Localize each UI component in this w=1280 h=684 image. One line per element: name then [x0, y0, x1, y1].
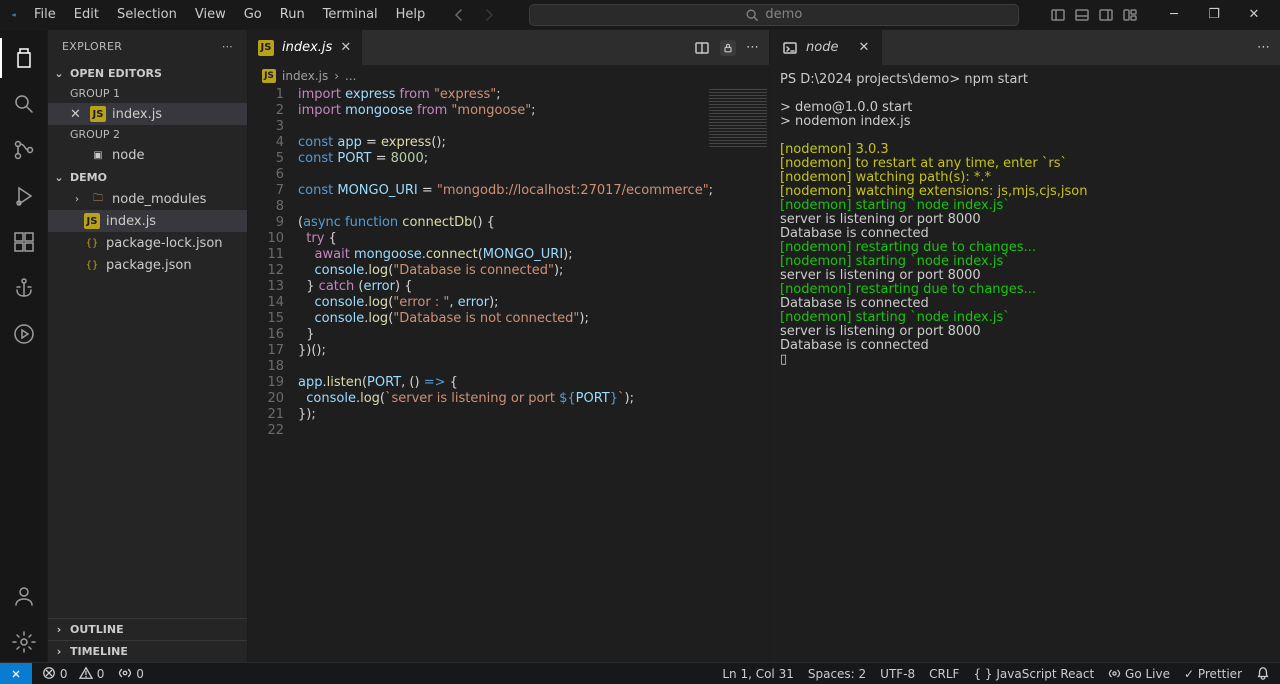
status-eol[interactable]: CRLF	[929, 667, 959, 681]
status-bar: 0 0 0 Ln 1, Col 31 Spaces: 2 UTF-8 CRLF …	[0, 662, 1280, 684]
terminal-output[interactable]: PS D:\2024 projects\demo> npm start > de…	[770, 65, 1280, 662]
split-editor-icon[interactable]	[694, 40, 710, 56]
tab-indexjs[interactable]: JS index.js ✕	[248, 30, 362, 65]
menu-file[interactable]: File	[26, 3, 64, 26]
layout-sidebar-right-icon[interactable]	[1098, 7, 1114, 23]
terminal-more-icon[interactable]: ⋯	[1257, 40, 1270, 55]
terminal-icon	[782, 40, 798, 56]
title-bar: FileEditSelectionViewGoRunTerminalHelp d…	[0, 0, 1280, 30]
app-menu: FileEditSelectionViewGoRunTerminalHelp	[26, 3, 433, 26]
code-editor[interactable]: 12345678910111213141516171819202122 impo…	[248, 87, 769, 662]
explorer-more-icon[interactable]: ⋯	[222, 40, 233, 53]
js-file-icon: JS	[84, 213, 100, 229]
outline-section[interactable]: ›OUTLINE	[48, 618, 247, 640]
tab-node-terminal[interactable]: node ✕	[770, 30, 882, 65]
folder-icon: 🗀	[90, 191, 106, 207]
activity-debug[interactable]	[0, 176, 48, 216]
status-encoding[interactable]: UTF-8	[880, 667, 915, 681]
activity-settings[interactable]	[0, 622, 48, 662]
minimap[interactable]	[709, 89, 767, 149]
editor-tabs: JS index.js ✕ ⋯	[248, 30, 769, 65]
activity-anchor[interactable]	[0, 268, 48, 308]
line-gutter: 12345678910111213141516171819202122	[248, 87, 298, 662]
status-indent[interactable]: Spaces: 2	[808, 667, 866, 681]
activity-extensions[interactable]	[0, 222, 48, 262]
vscode-icon	[6, 7, 22, 23]
terminal-icon: ▣	[90, 147, 106, 163]
editor-group-2: node ✕ ⋯ PS D:\2024 projects\demo> npm s…	[770, 30, 1280, 662]
js-file-icon: JS	[262, 69, 276, 83]
explorer-sidebar: EXPLORER ⋯ ⌄OPEN EDITORS GROUP 1 ✕ JS in…	[48, 30, 248, 662]
search-text: demo	[765, 7, 802, 22]
breadcrumbs[interactable]: JS index.js › ...	[248, 65, 769, 87]
open-editor-indexjs[interactable]: ✕ JS index.js	[48, 103, 247, 125]
nav-forward-icon[interactable]	[481, 7, 497, 23]
code-content[interactable]: import express from "express";import mon…	[298, 87, 769, 662]
activity-bar	[0, 30, 48, 662]
status-ports[interactable]: 0	[118, 666, 143, 681]
json-file-icon: {}	[84, 257, 100, 273]
menu-selection[interactable]: Selection	[109, 3, 185, 26]
status-prettier[interactable]: ✓ Prettier	[1184, 667, 1242, 681]
activity-explorer[interactable]	[0, 38, 48, 78]
editor-group-1: JS index.js ✕ ⋯ JS index.js › ... 123456…	[248, 30, 770, 662]
lock-group-icon[interactable]	[720, 40, 736, 56]
timeline-section[interactable]: ›TIMELINE	[48, 640, 247, 662]
file-package-lock[interactable]: {} package-lock.json	[48, 232, 247, 254]
layout-sidebar-left-icon[interactable]	[1050, 7, 1066, 23]
menu-view[interactable]: View	[187, 3, 234, 26]
menu-help[interactable]: Help	[388, 3, 434, 26]
remote-button[interactable]	[0, 663, 32, 684]
activity-run[interactable]	[0, 314, 48, 354]
menu-edit[interactable]: Edit	[66, 3, 107, 26]
js-file-icon: JS	[258, 40, 274, 56]
status-language[interactable]: { } JavaScript React	[973, 667, 1094, 681]
tab-close-icon[interactable]: ✕	[340, 40, 351, 55]
file-package-json[interactable]: {} package.json	[48, 254, 247, 276]
close-icon[interactable]: ✕	[70, 107, 84, 122]
layout-panel-icon[interactable]	[1074, 7, 1090, 23]
status-problems[interactable]: 0 0	[42, 666, 104, 681]
status-golive[interactable]: Go Live	[1108, 667, 1170, 681]
group-1-label: GROUP 1	[48, 84, 247, 103]
activity-scm[interactable]	[0, 130, 48, 170]
open-editors-section[interactable]: ⌄OPEN EDITORS	[48, 62, 247, 84]
file-indexjs[interactable]: JS index.js	[48, 210, 247, 232]
editor-more-icon[interactable]: ⋯	[746, 40, 759, 55]
menu-go[interactable]: Go	[236, 3, 270, 26]
window-maximize[interactable]: ❐	[1194, 7, 1234, 22]
nav-back-icon[interactable]	[451, 7, 467, 23]
layout-customize-icon[interactable]	[1122, 7, 1138, 23]
json-file-icon: {}	[84, 235, 100, 251]
menu-run[interactable]: Run	[272, 3, 313, 26]
command-center[interactable]: demo	[529, 4, 1019, 26]
window-minimize[interactable]: ─	[1154, 7, 1194, 22]
group-2-label: GROUP 2	[48, 125, 247, 144]
activity-account[interactable]	[0, 576, 48, 616]
activity-search[interactable]	[0, 84, 48, 124]
status-notifications-icon[interactable]	[1256, 666, 1270, 681]
open-editor-node[interactable]: ▣ node	[48, 144, 247, 166]
folder-node-modules[interactable]: › 🗀 node_modules	[48, 188, 247, 210]
project-section[interactable]: ⌄DEMO	[48, 166, 247, 188]
window-close[interactable]: ✕	[1234, 7, 1274, 22]
terminal-tabs: node ✕ ⋯	[770, 30, 1280, 65]
menu-terminal[interactable]: Terminal	[315, 3, 386, 26]
explorer-title: EXPLORER	[62, 40, 122, 53]
tab-close-icon[interactable]: ✕	[858, 40, 869, 55]
js-file-icon: JS	[90, 106, 106, 122]
status-cursor[interactable]: Ln 1, Col 31	[722, 667, 794, 681]
